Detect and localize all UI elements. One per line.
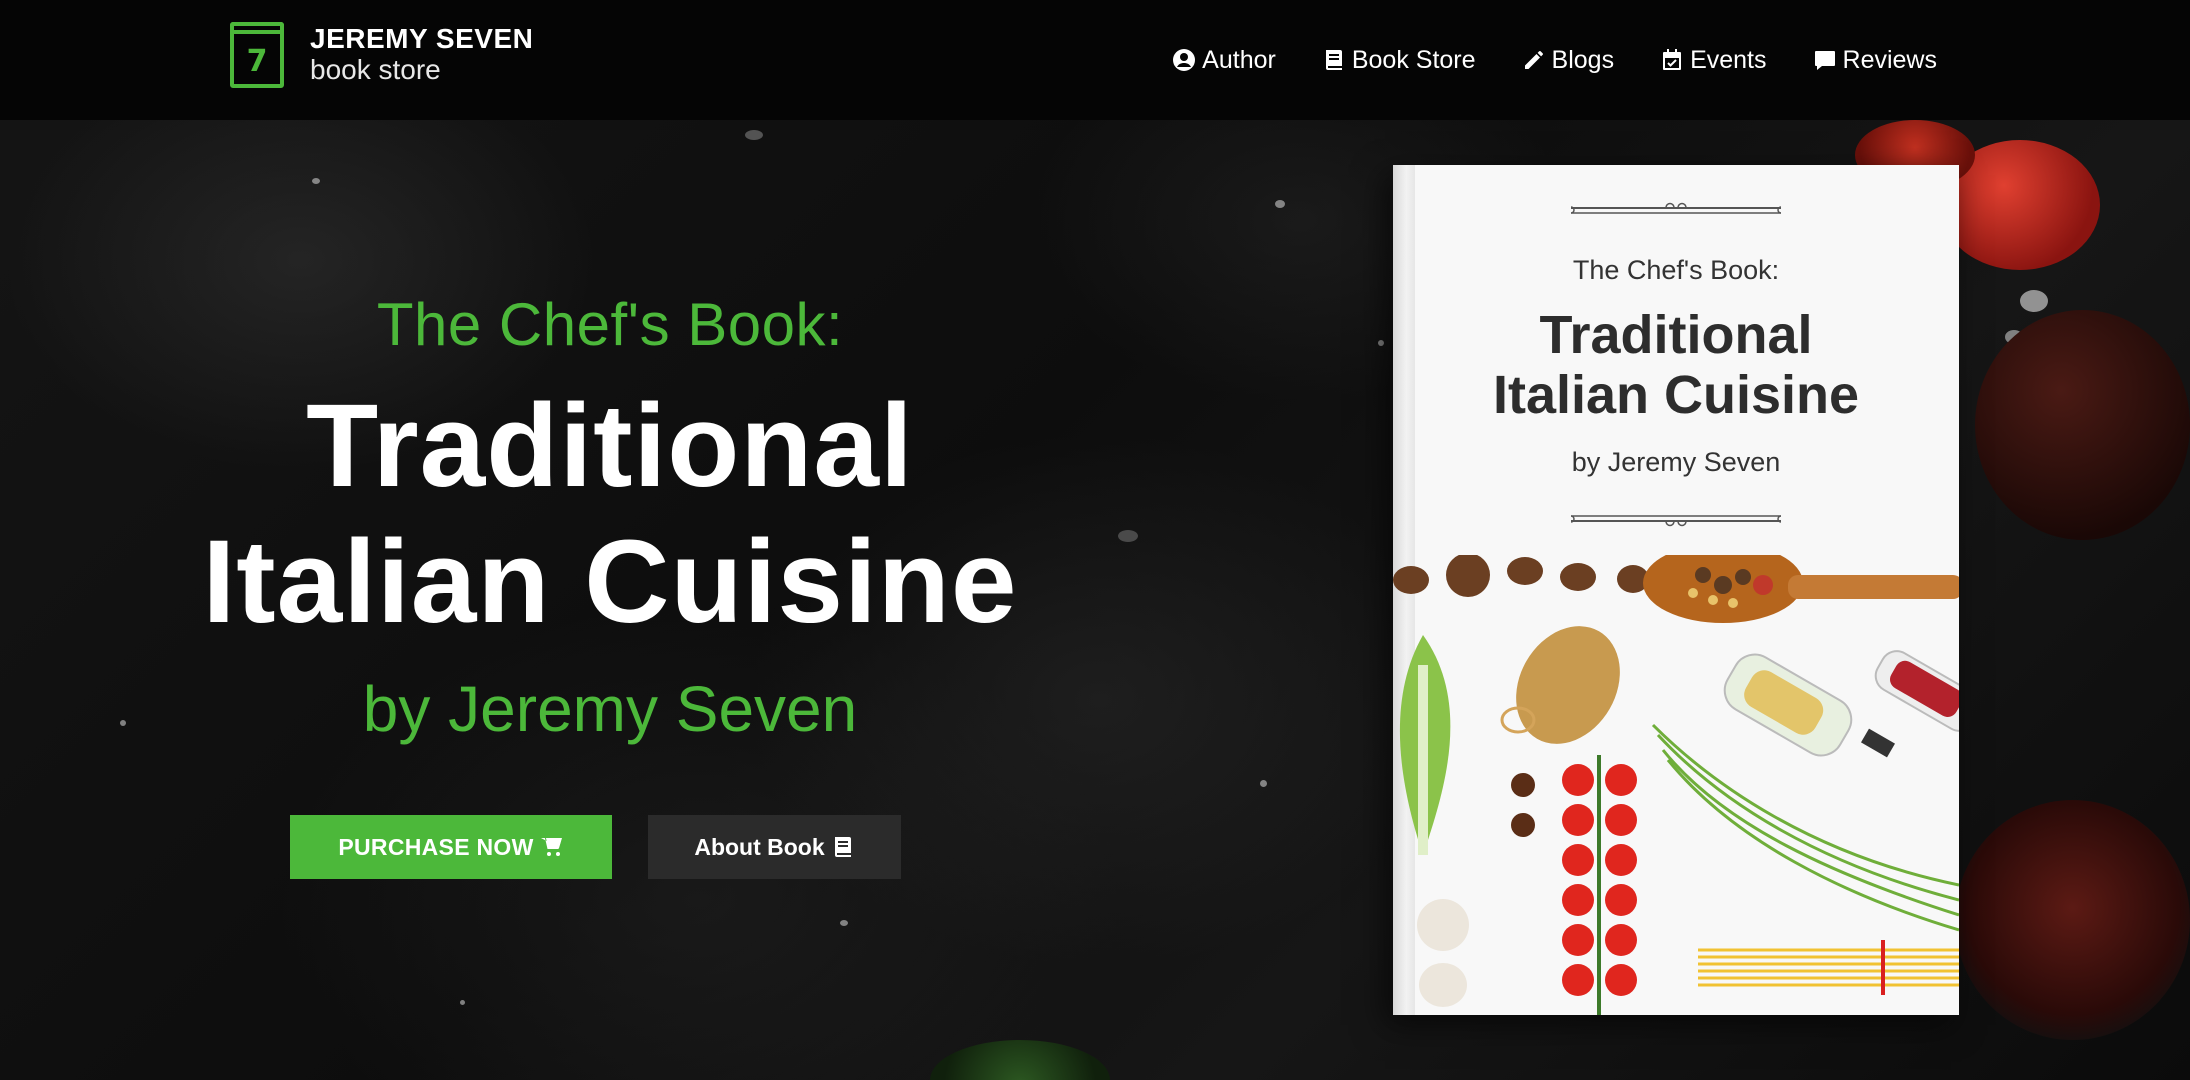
nav-label-author: Author [1202, 45, 1276, 74]
book-icon [1325, 50, 1342, 70]
nav-item-blogs[interactable]: Blogs [1522, 45, 1615, 75]
cart-icon [540, 838, 562, 856]
hero-buttons: PURCHASE NOW About Book [290, 815, 901, 879]
hero-pre-title: The Chef's Book: [376, 291, 844, 358]
nav-item-book-store[interactable]: Book Store [1322, 46, 1476, 75]
hero-text: The Chef's Book: Traditional Italian Cui… [200, 290, 1020, 746]
hero-title-line2: Italian Cuisine [202, 515, 1018, 648]
brand-name: JEREMY SEVEN [310, 23, 534, 55]
book-logo-icon: 7 [230, 22, 284, 88]
book-cover-pre-title: The Chef's Book: [1572, 255, 1780, 285]
ingredients-illustration [1393, 555, 1959, 1015]
calendar-check-icon [1663, 49, 1682, 70]
nav-label-book-store: Book Store [1351, 45, 1476, 74]
pencil-icon [1524, 51, 1543, 69]
book-cover-title-line2: Italian Cuisine [1492, 365, 1860, 426]
nav-item-reviews[interactable]: Reviews [1813, 46, 1937, 75]
about-book-label: About Book [694, 833, 825, 860]
nav-label-events: Events [1690, 45, 1767, 74]
hero-byline: by Jeremy Seven [362, 673, 858, 746]
user-circle-icon [1173, 49, 1196, 71]
hero-title: Traditional Italian Cuisine [200, 379, 1020, 650]
book-icon [834, 837, 851, 857]
nav-item-author[interactable]: Author [1172, 46, 1276, 75]
hero-title-line1: Traditional [306, 380, 914, 512]
about-book-button[interactable]: About Book [648, 815, 901, 879]
comment-icon [1814, 51, 1835, 70]
brand[interactable]: 7 JEREMY SEVEN book store [230, 22, 533, 88]
ornament-bottom-icon [1571, 515, 1781, 527]
nav-item-events[interactable]: Events [1660, 45, 1767, 75]
logo-number: 7 [246, 44, 268, 79]
book-cover-byline: by Jeremy Seven [1571, 447, 1781, 477]
nav-label-blogs: Blogs [1551, 45, 1615, 74]
ornament-top-icon [1571, 202, 1781, 214]
book-cover-title-line1: Traditional [1539, 305, 1813, 365]
purchase-now-label: PURCHASE NOW [338, 833, 534, 860]
main-nav: Author Book Store Blogs Events Reviews [1172, 0, 1937, 120]
brand-subtitle: book store [310, 54, 441, 85]
book-cover-title: Traditional Italian Cuisine [1393, 305, 1959, 426]
book-cover[interactable]: The Chef's Book: Traditional Italian Cui… [1393, 165, 1959, 1015]
purchase-now-button[interactable]: PURCHASE NOW [290, 815, 612, 879]
nav-label-reviews: Reviews [1842, 45, 1937, 74]
navbar: 7 JEREMY SEVEN book store Author Book St… [0, 0, 2190, 120]
